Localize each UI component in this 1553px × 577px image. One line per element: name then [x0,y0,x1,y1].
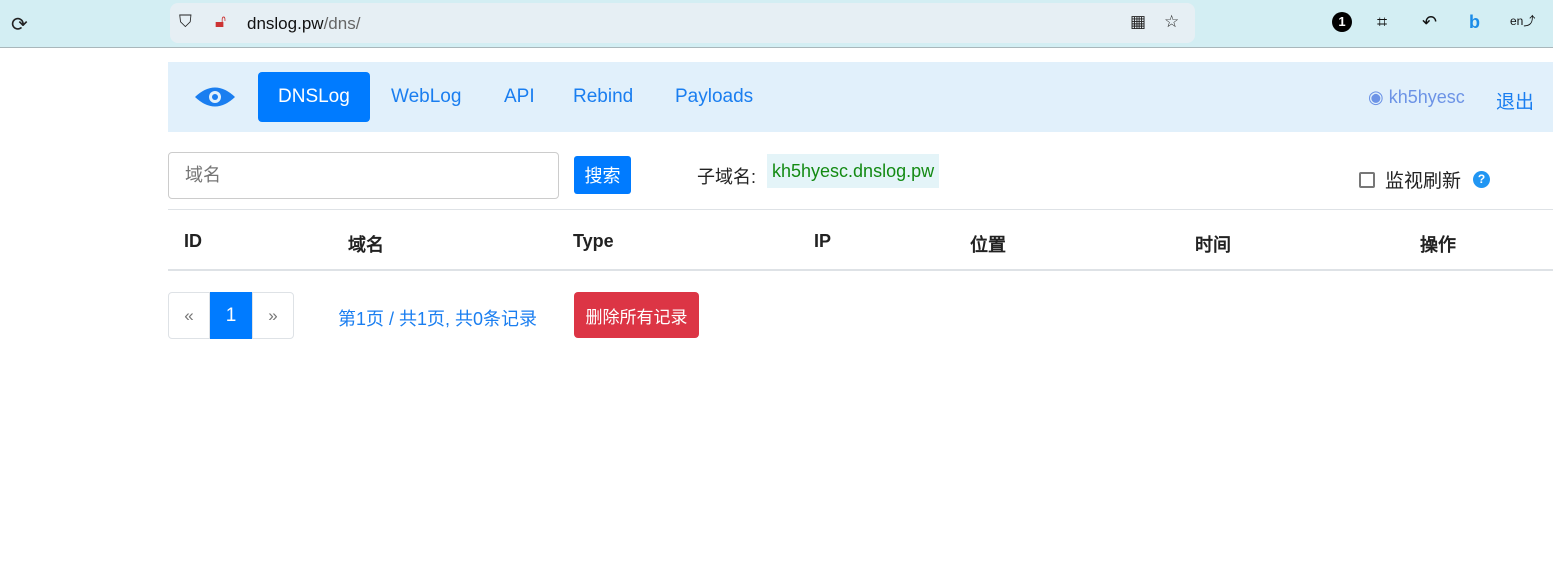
star-icon[interactable]: ☆ [1164,12,1179,32]
col-time: 时间 [1195,235,1231,255]
translate-icon[interactable]: en⤴ [1510,12,1535,29]
eye-logo-icon[interactable] [194,84,236,110]
reload-icon[interactable]: ⟳ [11,12,28,37]
page-1-button[interactable]: 1 [210,292,252,339]
page-info: 第1页 / 共1页, 共0条记录 [338,309,538,329]
table-header: ID 域名 Type IP 位置 时间 操作 [168,209,1553,271]
help-icon[interactable]: ? [1473,171,1491,188]
subdomain-value: kh5hyesc.dnslog.pw [767,154,940,188]
prev-page-button[interactable]: « [168,292,210,339]
insecure-lock-icon[interactable]: 🔓︎ [215,12,226,32]
monitor-label: 监视刷新 [1385,171,1462,192]
tab-payloads[interactable]: Payloads [655,72,773,122]
tab-dnslog[interactable]: DNSLog [258,72,370,122]
undo-icon[interactable]: ↶ [1422,12,1437,33]
username: kh5hyesc [1388,87,1465,107]
domain-search-input[interactable] [168,152,559,199]
next-page-button[interactable]: » [252,292,294,339]
col-ip: IP [814,231,832,251]
extension-badge-icon[interactable]: 1 [1332,12,1352,32]
logout-link[interactable]: 退出 [1496,87,1534,114]
user-menu[interactable]: ◉ kh5hyesc [1368,87,1465,108]
address-bar[interactable]: ⛉ 🔓︎ dnslog.pw/dns/ ▦ ☆ [170,3,1195,43]
col-type: Type [573,231,614,251]
crop-icon[interactable]: ⌗ [1377,12,1387,33]
navbar: DNSLog WebLog API Rebind Payloads ◉ kh5h… [168,62,1553,132]
tab-api[interactable]: API [484,72,555,122]
delete-all-button[interactable]: 删除所有记录 [574,292,699,338]
tab-weblog[interactable]: WebLog [371,72,481,122]
col-location: 位置 [970,235,1006,255]
url-text[interactable]: dnslog.pw/dns/ [247,14,360,34]
pagination: « 1 » [168,292,294,339]
col-domain: 域名 [348,235,384,255]
bing-icon[interactable]: b [1469,12,1480,33]
col-id: ID [184,231,202,251]
col-actions: 操作 [1420,235,1456,255]
browser-toolbar: ⟳ ⛉ 🔓︎ dnslog.pw/dns/ ▦ ☆ 1 ⌗ ↶ b en⤴ [0,0,1553,48]
search-button[interactable]: 搜索 [574,156,631,194]
shield-icon[interactable]: ⛉ [179,12,192,32]
monitor-refresh-toggle[interactable]: 监视刷新 ? [1359,166,1491,193]
qr-code-icon[interactable]: ▦ [1130,12,1146,32]
monitor-checkbox[interactable] [1359,171,1375,188]
subdomain-label: 子域名: [697,167,757,187]
user-icon: ◉ [1368,87,1384,107]
tab-rebind[interactable]: Rebind [553,72,653,122]
